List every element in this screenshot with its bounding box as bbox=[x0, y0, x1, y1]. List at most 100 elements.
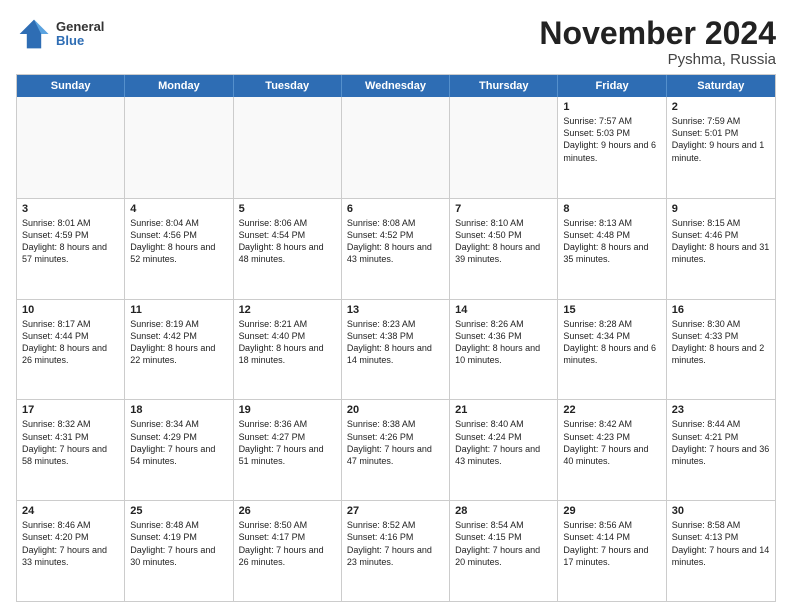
day-number: 10 bbox=[22, 304, 119, 316]
day-info: Sunrise: 8:52 AM Sunset: 4:16 PM Dayligh… bbox=[347, 519, 444, 568]
calendar-header: SundayMondayTuesdayWednesdayThursdayFrid… bbox=[17, 75, 775, 97]
calendar-cell-day-28: 28 Sunrise: 8:54 AM Sunset: 4:15 PM Dayli… bbox=[450, 501, 558, 601]
calendar-cell-day-29: 29 Sunrise: 8:56 AM Sunset: 4:14 PM Dayli… bbox=[558, 501, 666, 601]
day-number: 21 bbox=[455, 404, 552, 416]
calendar-cell-day-14: 14 Sunrise: 8:26 AM Sunset: 4:36 PM Dayli… bbox=[450, 300, 558, 400]
header: General Blue November 2024 Pyshma, Russi… bbox=[16, 16, 776, 68]
header-day-wednesday: Wednesday bbox=[342, 75, 450, 97]
calendar-cell-day-20: 20 Sunrise: 8:38 AM Sunset: 4:26 PM Dayli… bbox=[342, 400, 450, 500]
header-day-tuesday: Tuesday bbox=[234, 75, 342, 97]
day-info: Sunrise: 8:40 AM Sunset: 4:24 PM Dayligh… bbox=[455, 418, 552, 467]
calendar-cell-day-18: 18Sunrise: 8:34 AM Sunset: 4:29 PM Dayli… bbox=[125, 400, 233, 500]
day-number: 14 bbox=[455, 304, 552, 316]
header-day-thursday: Thursday bbox=[450, 75, 558, 97]
day-info: Sunrise: 8:50 AM Sunset: 4:17 PM Dayligh… bbox=[239, 519, 336, 568]
day-info: Sunrise: 8:28 AM Sunset: 4:34 PM Dayligh… bbox=[563, 318, 660, 367]
calendar-cell-day-27: 27 Sunrise: 8:52 AM Sunset: 4:16 PM Dayli… bbox=[342, 501, 450, 601]
header-day-friday: Friday bbox=[558, 75, 666, 97]
calendar-cell-day-21: 21 Sunrise: 8:40 AM Sunset: 4:24 PM Dayli… bbox=[450, 400, 558, 500]
day-number: 26 bbox=[239, 505, 336, 517]
day-number: 4 bbox=[130, 203, 227, 215]
day-number: 20 bbox=[347, 404, 444, 416]
calendar-cell-day-1: 1Sunrise: 7:57 AM Sunset: 5:03 PM Daylig… bbox=[558, 97, 666, 198]
calendar-cell-day-10: 10Sunrise: 8:17 AM Sunset: 4:44 PM Dayli… bbox=[17, 300, 125, 400]
calendar-cell-day-6: 6 Sunrise: 8:08 AM Sunset: 4:52 PM Daylig… bbox=[342, 199, 450, 299]
day-number: 19 bbox=[239, 404, 336, 416]
day-info: Sunrise: 8:26 AM Sunset: 4:36 PM Dayligh… bbox=[455, 318, 552, 367]
logo-icon bbox=[16, 16, 52, 52]
day-number: 15 bbox=[563, 304, 660, 316]
month-title: November 2024 bbox=[539, 16, 776, 51]
day-info: Sunrise: 8:46 AM Sunset: 4:20 PM Dayligh… bbox=[22, 519, 119, 568]
calendar-cell-day-25: 25 Sunrise: 8:48 AM Sunset: 4:19 PM Dayli… bbox=[125, 501, 233, 601]
calendar-cell-day-12: 12 Sunrise: 8:21 AM Sunset: 4:40 PM Dayli… bbox=[234, 300, 342, 400]
calendar: SundayMondayTuesdayWednesdayThursdayFrid… bbox=[16, 74, 776, 602]
calendar-cell-day-26: 26 Sunrise: 8:50 AM Sunset: 4:17 PM Dayli… bbox=[234, 501, 342, 601]
day-info: Sunrise: 8:38 AM Sunset: 4:26 PM Dayligh… bbox=[347, 418, 444, 467]
calendar-cell-empty bbox=[234, 97, 342, 198]
calendar-cell-day-2: 2Sunrise: 7:59 AM Sunset: 5:01 PM Daylig… bbox=[667, 97, 775, 198]
calendar-cell-day-5: 5Sunrise: 8:06 AM Sunset: 4:54 PM Daylig… bbox=[234, 199, 342, 299]
calendar-cell-day-19: 19 Sunrise: 8:36 AM Sunset: 4:27 PM Dayli… bbox=[234, 400, 342, 500]
calendar-cell-day-3: 3 Sunrise: 8:01 AM Sunset: 4:59 PM Daylig… bbox=[17, 199, 125, 299]
calendar-cell-day-16: 16Sunrise: 8:30 AM Sunset: 4:33 PM Dayli… bbox=[667, 300, 775, 400]
day-info: Sunrise: 8:21 AM Sunset: 4:40 PM Dayligh… bbox=[239, 318, 336, 367]
day-info: Sunrise: 8:36 AM Sunset: 4:27 PM Dayligh… bbox=[239, 418, 336, 467]
day-info: Sunrise: 8:10 AM Sunset: 4:50 PM Dayligh… bbox=[455, 217, 552, 266]
day-number: 9 bbox=[672, 203, 770, 215]
day-number: 7 bbox=[455, 203, 552, 215]
calendar-cell-day-11: 11Sunrise: 8:19 AM Sunset: 4:42 PM Dayli… bbox=[125, 300, 233, 400]
calendar-row-3: 17 Sunrise: 8:32 AM Sunset: 4:31 PM Dayli… bbox=[17, 399, 775, 500]
logo-text: General Blue bbox=[56, 20, 104, 49]
calendar-row-0: 1Sunrise: 7:57 AM Sunset: 5:03 PM Daylig… bbox=[17, 97, 775, 198]
calendar-cell-empty bbox=[342, 97, 450, 198]
calendar-row-4: 24 Sunrise: 8:46 AM Sunset: 4:20 PM Dayli… bbox=[17, 500, 775, 601]
day-info: Sunrise: 8:01 AM Sunset: 4:59 PM Dayligh… bbox=[22, 217, 119, 266]
day-info: Sunrise: 8:54 AM Sunset: 4:15 PM Dayligh… bbox=[455, 519, 552, 568]
calendar-cell-day-7: 7 Sunrise: 8:10 AM Sunset: 4:50 PM Daylig… bbox=[450, 199, 558, 299]
calendar-cell-empty bbox=[450, 97, 558, 198]
calendar-cell-day-15: 15 Sunrise: 8:28 AM Sunset: 4:34 PM Dayli… bbox=[558, 300, 666, 400]
calendar-cell-day-30: 30Sunrise: 8:58 AM Sunset: 4:13 PM Dayli… bbox=[667, 501, 775, 601]
calendar-row-2: 10Sunrise: 8:17 AM Sunset: 4:44 PM Dayli… bbox=[17, 299, 775, 400]
day-number: 8 bbox=[563, 203, 660, 215]
logo-blue-label: Blue bbox=[56, 34, 104, 48]
day-number: 25 bbox=[130, 505, 227, 517]
day-info: Sunrise: 8:23 AM Sunset: 4:38 PM Dayligh… bbox=[347, 318, 444, 367]
day-info: Sunrise: 8:04 AM Sunset: 4:56 PM Dayligh… bbox=[130, 217, 227, 266]
day-number: 18 bbox=[130, 404, 227, 416]
day-info: Sunrise: 8:15 AM Sunset: 4:46 PM Dayligh… bbox=[672, 217, 770, 266]
day-info: Sunrise: 8:48 AM Sunset: 4:19 PM Dayligh… bbox=[130, 519, 227, 568]
day-number: 30 bbox=[672, 505, 770, 517]
day-number: 27 bbox=[347, 505, 444, 517]
day-number: 17 bbox=[22, 404, 119, 416]
calendar-cell-day-24: 24 Sunrise: 8:46 AM Sunset: 4:20 PM Dayli… bbox=[17, 501, 125, 601]
day-info: Sunrise: 8:13 AM Sunset: 4:48 PM Dayligh… bbox=[563, 217, 660, 266]
header-day-sunday: Sunday bbox=[17, 75, 125, 97]
day-number: 16 bbox=[672, 304, 770, 316]
day-info: Sunrise: 8:08 AM Sunset: 4:52 PM Dayligh… bbox=[347, 217, 444, 266]
day-number: 23 bbox=[672, 404, 770, 416]
title-area: November 2024 Pyshma, Russia bbox=[539, 16, 776, 68]
day-number: 24 bbox=[22, 505, 119, 517]
day-number: 3 bbox=[22, 203, 119, 215]
day-number: 12 bbox=[239, 304, 336, 316]
calendar-cell-day-9: 9 Sunrise: 8:15 AM Sunset: 4:46 PM Daylig… bbox=[667, 199, 775, 299]
location: Pyshma, Russia bbox=[539, 51, 776, 68]
day-number: 6 bbox=[347, 203, 444, 215]
header-day-monday: Monday bbox=[125, 75, 233, 97]
day-number: 28 bbox=[455, 505, 552, 517]
calendar-body: 1Sunrise: 7:57 AM Sunset: 5:03 PM Daylig… bbox=[17, 97, 775, 601]
day-number: 1 bbox=[563, 101, 660, 113]
day-number: 29 bbox=[563, 505, 660, 517]
logo: General Blue bbox=[16, 16, 104, 52]
day-info: Sunrise: 8:32 AM Sunset: 4:31 PM Dayligh… bbox=[22, 418, 119, 467]
day-number: 11 bbox=[130, 304, 227, 316]
day-info: Sunrise: 7:59 AM Sunset: 5:01 PM Dayligh… bbox=[672, 115, 770, 164]
day-info: Sunrise: 8:56 AM Sunset: 4:14 PM Dayligh… bbox=[563, 519, 660, 568]
day-number: 13 bbox=[347, 304, 444, 316]
calendar-cell-day-23: 23 Sunrise: 8:44 AM Sunset: 4:21 PM Dayli… bbox=[667, 400, 775, 500]
calendar-cell-day-17: 17 Sunrise: 8:32 AM Sunset: 4:31 PM Dayli… bbox=[17, 400, 125, 500]
calendar-cell-day-22: 22Sunrise: 8:42 AM Sunset: 4:23 PM Dayli… bbox=[558, 400, 666, 500]
day-info: Sunrise: 8:44 AM Sunset: 4:21 PM Dayligh… bbox=[672, 418, 770, 467]
